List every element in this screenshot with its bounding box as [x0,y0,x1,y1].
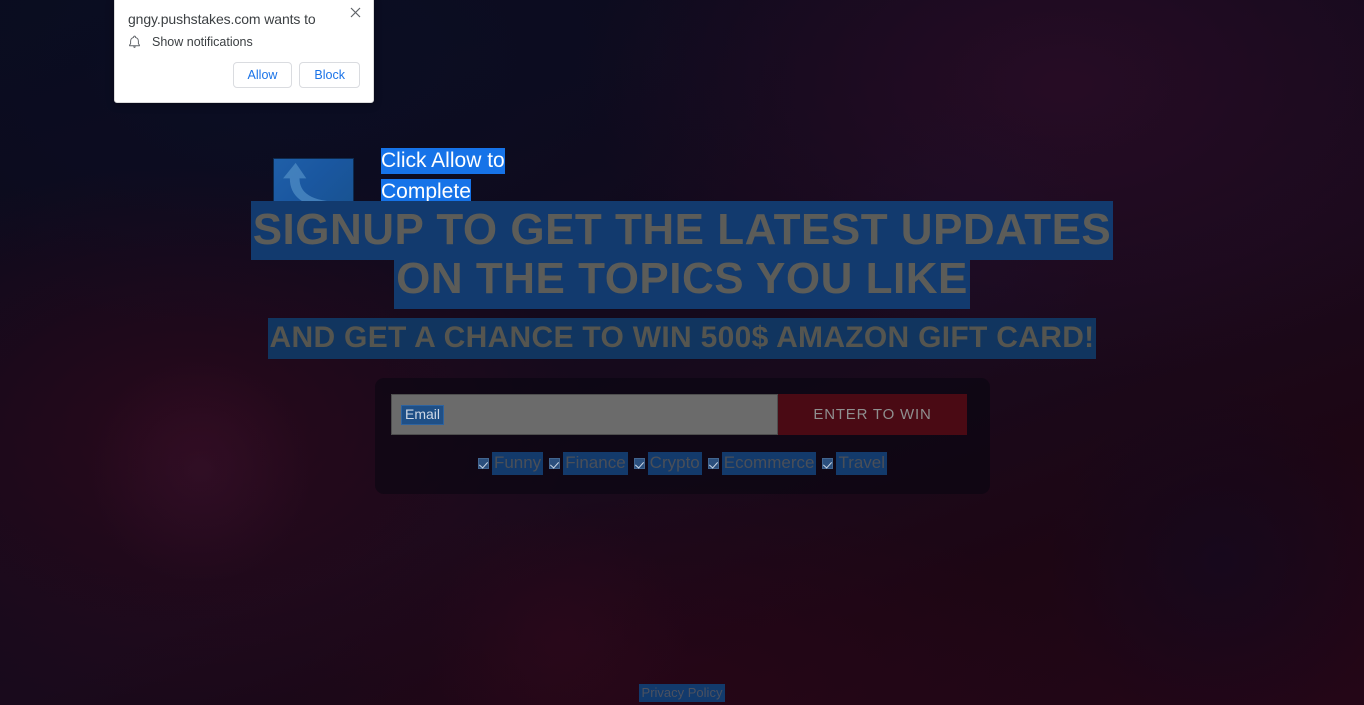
topic-checkbox-group: Funny Finance Crypto Ecommerce Travel [375,452,990,475]
topic-label: Crypto [647,452,702,475]
close-icon[interactable] [346,3,364,21]
click-allow-instruction: Click Allow to Complete [381,145,511,207]
permission-dialog-title: gngy.pushstakes.com wants to [128,11,316,27]
permission-request-row: Show notifications [128,35,253,49]
permission-dialog-buttons: Allow Block [232,62,360,88]
privacy-policy-link[interactable]: Privacy Policy [638,684,726,702]
email-input[interactable]: Email [391,394,778,435]
page-content: Click Allow to Complete SIGNUP TO GET TH… [0,0,1364,705]
topic-label: Ecommerce [721,452,817,475]
subheadline-text: AND GET A CHANCE TO WIN 500$ AMAZON GIFT… [267,318,1097,359]
checkbox-checked-icon[interactable] [707,458,719,469]
allow-button[interactable]: Allow [232,62,293,88]
topic-checkbox-finance[interactable]: Finance [549,452,628,475]
topic-checkbox-ecommerce[interactable]: Ecommerce [707,452,817,475]
topic-checkbox-travel[interactable]: Travel [822,452,888,475]
checkbox-checked-icon[interactable] [549,458,561,469]
checkbox-checked-icon[interactable] [633,458,645,469]
page-subheadline: AND GET A CHANCE TO WIN 500$ AMAZON GIFT… [0,318,1364,359]
email-placeholder-text: Email [401,404,445,425]
topic-label: Travel [836,452,888,475]
notification-permission-dialog: gngy.pushstakes.com wants to Show notifi… [114,0,374,103]
page-headline: SIGNUP TO GET THE LATEST UPDATES ON THE … [0,201,1364,309]
landing-page: Click Allow to Complete SIGNUP TO GET TH… [0,0,1364,705]
close-icon-glyph [350,7,360,17]
signup-form-row: Email ENTER TO WIN [391,394,974,435]
signup-form: Email ENTER TO WIN Funny Finance Crypto [375,378,990,494]
privacy-policy-footer: Privacy Policy [0,684,1364,702]
enter-to-win-button[interactable]: ENTER TO WIN [778,394,967,435]
headline-line-2: ON THE TOPICS YOU LIKE [394,250,970,309]
topic-label: Funny [491,452,544,475]
topic-checkbox-funny[interactable]: Funny [477,452,544,475]
checkbox-checked-icon[interactable] [822,458,834,469]
click-allow-text: Click Allow to Complete [381,148,505,205]
topic-checkbox-crypto[interactable]: Crypto [633,452,702,475]
permission-request-label: Show notifications [152,35,253,49]
checkbox-checked-icon[interactable] [477,458,489,469]
topic-label: Finance [563,452,628,475]
bell-icon [129,35,140,48]
block-button[interactable]: Block [299,62,360,88]
